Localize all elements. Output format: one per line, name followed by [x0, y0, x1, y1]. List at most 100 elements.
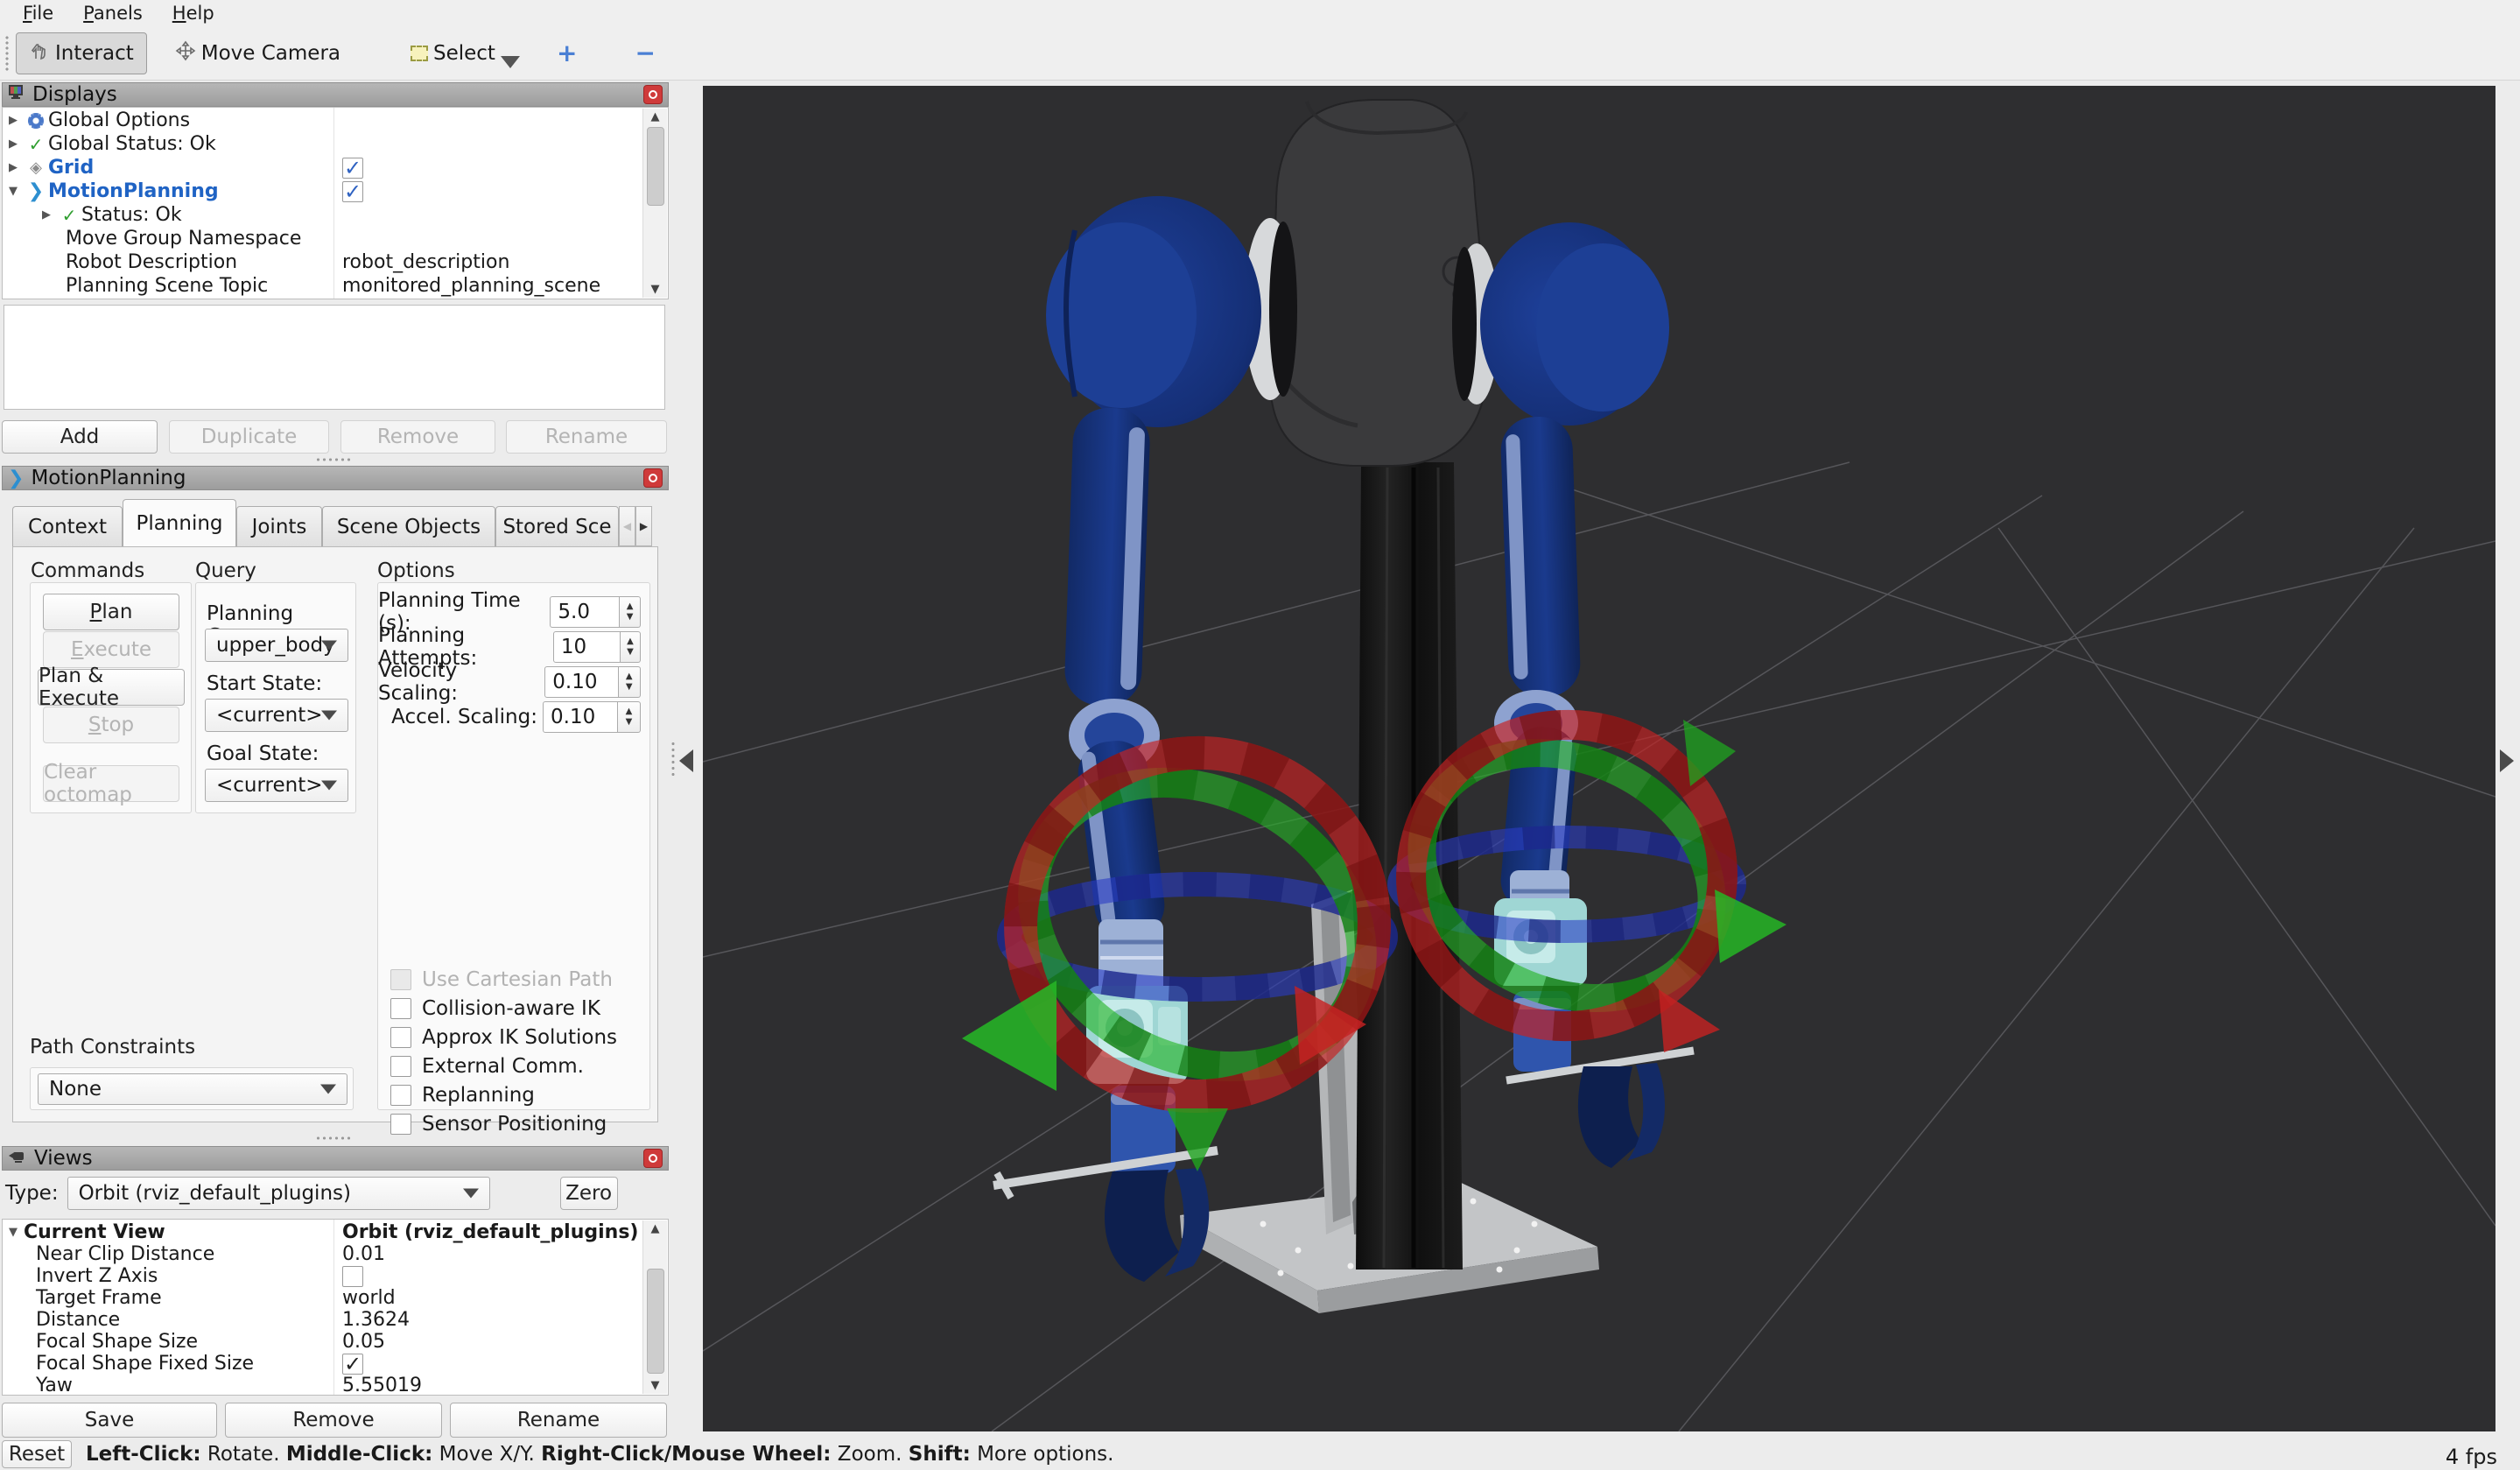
replanning-checkbox[interactable]: [390, 1085, 411, 1106]
expander-icon[interactable]: ▼: [3, 185, 24, 198]
tab-stored-scenes[interactable]: Stored Sce: [495, 506, 619, 546]
displays-panel-header[interactable]: Displays: [2, 82, 669, 107]
tab-joints[interactable]: Joints: [236, 506, 322, 546]
views-close-button[interactable]: [643, 1149, 663, 1168]
motionplanning-panel-header[interactable]: ❯ MotionPlanning: [2, 466, 669, 490]
tab-scene-objects[interactable]: Scene Objects: [322, 506, 495, 546]
view-type-dropdown[interactable]: Orbit (rviz_default_plugins): [67, 1177, 490, 1210]
scroll-down-icon[interactable]: ▼: [651, 283, 660, 296]
red-arrow-marker[interactable]: [1659, 989, 1720, 1052]
accel-scaling-input[interactable]: 0.10: [543, 701, 618, 733]
save-view-button[interactable]: Save: [2, 1403, 217, 1438]
goal-state-dropdown[interactable]: <current>: [205, 769, 348, 802]
reset-button[interactable]: Reset: [2, 1440, 72, 1468]
near-clip-value[interactable]: 0.01: [342, 1243, 385, 1265]
tree-item-focal-shape-size[interactable]: Focal Shape Size: [36, 1331, 198, 1353]
planning-scene-topic-value[interactable]: monitored_planning_scene: [342, 275, 600, 297]
tree-item-near-clip[interactable]: Near Clip Distance: [36, 1243, 214, 1265]
views-panel-header[interactable]: Views: [2, 1146, 669, 1171]
tree-item-move-group-namespace[interactable]: Move Group Namespace: [66, 228, 301, 250]
collapse-right-panel-icon[interactable]: [2500, 749, 2514, 772]
motionplanning-close-button[interactable]: [643, 468, 663, 488]
menu-help[interactable]: Help: [164, 1, 223, 25]
execute-button[interactable]: Execute: [43, 631, 179, 668]
expander-icon[interactable]: ▶: [36, 208, 57, 222]
toolbar-drag-handle[interactable]: [4, 36, 11, 71]
tree-item-invert-z[interactable]: Invert Z Axis: [36, 1265, 158, 1287]
collision-aware-ik-checkbox[interactable]: [390, 998, 411, 1019]
menu-file[interactable]: File: [14, 1, 62, 25]
tab-planning[interactable]: Planning: [123, 499, 236, 546]
move-camera-tool-button[interactable]: Move Camera: [163, 33, 353, 74]
scrollbar-thumb[interactable]: [647, 1269, 664, 1374]
select-tool-button[interactable]: Select: [398, 35, 508, 72]
scroll-up-icon[interactable]: ▲: [651, 1222, 660, 1235]
clear-octomap-button[interactable]: Clear octomap: [43, 765, 179, 802]
sensor-positioning-checkbox[interactable]: [390, 1114, 411, 1135]
robot-description-value[interactable]: robot_description: [342, 251, 509, 273]
spinner-arrows-icon[interactable]: ▲▼: [619, 666, 641, 698]
remove-display-button[interactable]: Remove: [340, 420, 495, 454]
tab-context[interactable]: Context: [12, 506, 123, 546]
zero-button[interactable]: Zero: [560, 1177, 618, 1210]
target-frame-value[interactable]: world: [342, 1287, 396, 1309]
spinner-arrows-icon[interactable]: ▲▼: [621, 631, 641, 663]
tree-item-target-frame[interactable]: Target Frame: [36, 1287, 162, 1309]
tree-item-yaw[interactable]: Yaw: [36, 1375, 73, 1396]
tree-item-motionplanning[interactable]: MotionPlanning: [48, 180, 219, 202]
plan-button[interactable]: Plan: [43, 594, 179, 630]
velocity-scaling-input[interactable]: 0.10: [544, 666, 618, 698]
start-state-dropdown[interactable]: <current>: [205, 699, 348, 732]
path-constraints-dropdown[interactable]: None: [38, 1073, 347, 1105]
views-tree-scrollbar[interactable]: ▲ ▼: [642, 1220, 667, 1394]
tree-item-distance[interactable]: Distance: [36, 1309, 120, 1331]
tree-item-current-view[interactable]: Current View: [24, 1221, 165, 1243]
rename-view-button[interactable]: Rename: [450, 1403, 667, 1438]
scroll-up-icon[interactable]: ▲: [651, 110, 660, 123]
toolbar-overflow-arrow-icon[interactable]: [501, 56, 520, 68]
plan-and-execute-button[interactable]: Plan & Execute: [38, 669, 185, 706]
tree-item-grid[interactable]: Grid: [48, 157, 94, 179]
spinner-arrows-icon[interactable]: ▲▼: [620, 596, 641, 628]
focal-shape-size-value[interactable]: 0.05: [342, 1331, 385, 1353]
tree-item-status[interactable]: Status: Ok: [81, 204, 182, 226]
add-tool-button[interactable]: +: [548, 39, 586, 67]
expander-icon[interactable]: ▶: [3, 114, 24, 127]
tree-item-global-status[interactable]: Global Status: Ok: [48, 133, 216, 155]
focal-fixed-size-checkbox[interactable]: ✓: [342, 1354, 363, 1375]
interact-tool-button[interactable]: Interact: [16, 32, 147, 74]
remove-view-button[interactable]: Remove: [225, 1403, 442, 1438]
tree-item-robot-description[interactable]: Robot Description: [66, 251, 237, 273]
tab-scroll-right-icon[interactable]: ▶: [635, 506, 652, 546]
remove-tool-button[interactable]: −: [626, 39, 663, 67]
invert-z-checkbox[interactable]: [342, 1266, 363, 1287]
rename-display-button[interactable]: Rename: [506, 420, 667, 454]
expander-icon[interactable]: ▶: [3, 137, 24, 151]
scrollbar-thumb[interactable]: [647, 127, 664, 206]
splitter-handle[interactable]: [315, 1136, 354, 1141]
add-display-button[interactable]: Add: [2, 420, 158, 454]
planning-group-dropdown[interactable]: upper_body: [205, 629, 348, 662]
duplicate-display-button[interactable]: Duplicate: [169, 420, 329, 454]
stop-button[interactable]: Stop: [43, 707, 179, 743]
tree-item-planning-scene-topic[interactable]: Planning Scene Topic: [66, 275, 268, 297]
spinner-arrows-icon[interactable]: ▲▼: [618, 701, 641, 733]
splitter-handle[interactable]: [315, 457, 354, 462]
scroll-down-icon[interactable]: ▼: [651, 1379, 660, 1392]
external-comm-checkbox[interactable]: [390, 1056, 411, 1077]
distance-value[interactable]: 1.3624: [342, 1309, 410, 1331]
collapse-left-panel-icon[interactable]: [679, 749, 693, 772]
displays-tree-scrollbar[interactable]: ▲ ▼: [642, 109, 667, 298]
3d-viewport[interactable]: [703, 86, 2495, 1431]
planning-time-input[interactable]: 5.0: [550, 596, 620, 628]
expander-icon[interactable]: ▼: [3, 1226, 24, 1239]
planning-attempts-input[interactable]: 10: [553, 631, 621, 663]
use-cartesian-path-checkbox[interactable]: [390, 969, 411, 990]
menu-panels[interactable]: Panels: [74, 1, 151, 25]
tree-item-global-options[interactable]: Global Options: [48, 109, 190, 131]
motionplanning-enabled-checkbox[interactable]: ✓: [342, 181, 363, 202]
tree-item-focal-fixed-size[interactable]: Focal Shape Fixed Size: [36, 1353, 254, 1375]
displays-close-button[interactable]: [643, 85, 663, 104]
tab-scroll-left-icon[interactable]: ◀: [619, 506, 635, 546]
green-arrow-marker[interactable]: [962, 981, 1056, 1091]
